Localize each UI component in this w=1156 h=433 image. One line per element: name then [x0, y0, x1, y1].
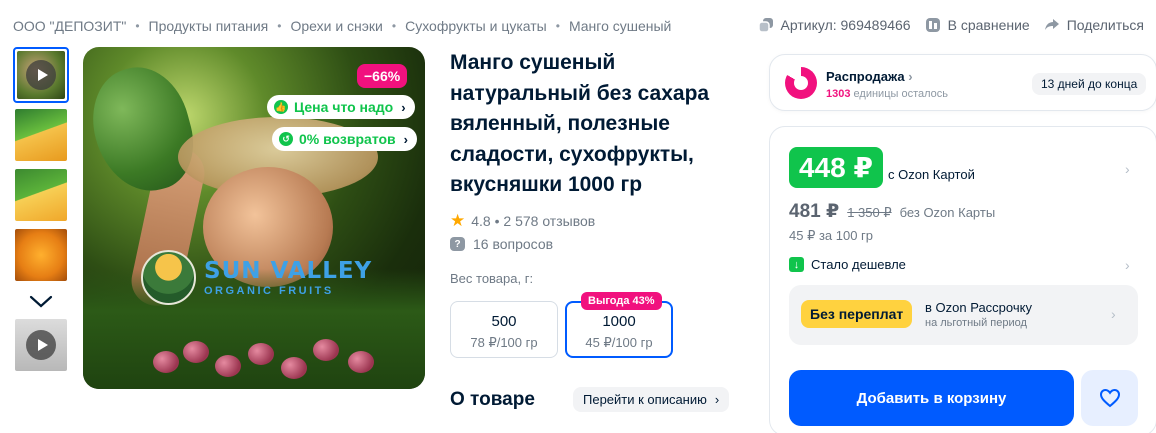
rating-text: 4.8 • 2 578 отзывов	[471, 213, 596, 229]
good-price-pill[interactable]: 👍 Цена что надо ›	[267, 95, 415, 119]
copy-icon	[757, 18, 773, 33]
installment-title: в Ozon Рассрочку	[925, 300, 1032, 315]
about-heading: О товаре	[450, 389, 535, 410]
breadcrumb-nuts[interactable]: Орехи и снэки	[290, 18, 382, 34]
breadcrumb-separator: •	[277, 19, 282, 33]
option-value: 1000	[602, 313, 636, 330]
sale-count: 1303	[826, 88, 851, 100]
weight-label: Вес товара, г:	[450, 271, 534, 286]
weight-option-1000[interactable]: Выгода 43% 1000 45 ₽/100 гр	[565, 292, 673, 358]
installment-block[interactable]: Без переплат в Ozon Рассрочку на льготны…	[789, 285, 1138, 345]
thumbnails-scroll-down[interactable]	[13, 287, 69, 317]
breadcrumb-dried-fruits[interactable]: Сухофрукты и цукаты	[405, 18, 547, 34]
discount-badge: −66%	[357, 64, 408, 88]
rating-reviews[interactable]: ★ 4.8 • 2 578 отзывов	[450, 211, 595, 231]
price-per-unit: 45 ₽ за 100 гр	[789, 228, 874, 243]
thumbnail-image[interactable]	[13, 167, 69, 223]
compare-button[interactable]: В сравнение	[925, 17, 1030, 33]
breadcrumb-separator: •	[135, 19, 140, 33]
favorite-button[interactable]	[1081, 370, 1138, 426]
option-price: 45 ₽/100 гр	[585, 335, 653, 350]
questions-text: 16 вопросов	[473, 236, 554, 252]
gain-badge: Выгода 43%	[581, 292, 662, 310]
breadcrumb-food[interactable]: Продукты питания	[149, 18, 269, 34]
good-price-label: Цена что надо	[294, 99, 394, 115]
price-card: 448 ₽ с Ozon Картой › 481 ₽ 1 350 ₽ без …	[769, 126, 1156, 433]
regular-price-note: без Ozon Карты	[899, 205, 996, 220]
sale-title: Распродажа	[826, 69, 905, 84]
heart-icon	[1099, 388, 1120, 408]
compare-label: В сравнение	[947, 17, 1030, 33]
share-label: Поделиться	[1066, 17, 1144, 33]
installment-subtitle: на льготный период	[925, 317, 1027, 329]
play-icon	[26, 60, 56, 90]
brand-logo: SUN VALLEY ORGANIC FRUITS	[141, 250, 372, 305]
regular-price-row: 481 ₽ 1 350 ₽ без Ozon Карты	[789, 200, 995, 223]
sale-days-left: 13 дней до конца	[1032, 73, 1147, 95]
share-button[interactable]: Поделиться	[1044, 17, 1144, 33]
add-to-cart-button[interactable]: Добавить в корзину	[789, 370, 1074, 426]
chevron-right-icon: ›	[714, 392, 720, 407]
to-description-label: Перейти к описанию	[583, 392, 707, 407]
option-price: 78 ₽/100 гр	[470, 335, 538, 350]
article-label: Артикул: 969489466	[780, 17, 911, 33]
thumbnail-list	[13, 47, 69, 377]
product-meta: Артикул: 969489466 В сравнение Поделитьс…	[757, 17, 1144, 33]
option-value: 500	[491, 313, 517, 330]
ozon-card-price[interactable]: 448 ₽	[789, 147, 883, 188]
article-number[interactable]: Артикул: 969489466	[757, 17, 911, 33]
sale-logo-icon	[785, 67, 817, 99]
price-dropped-label: Стало дешевле	[811, 257, 906, 272]
installment-badge: Без переплат	[801, 300, 913, 328]
thumbnail-video[interactable]	[13, 317, 69, 373]
breadcrumb-separator: •	[391, 19, 397, 33]
breadcrumb-mango[interactable]: Манго сушеный	[569, 18, 671, 34]
breadcrumb-separator: •	[555, 19, 560, 33]
chevron-right-icon[interactable]: ›	[1125, 161, 1130, 177]
product-title: Манго сушеный натуральный без сахара вял…	[450, 51, 710, 196]
sale-banner[interactable]: Распродажа › 1303 единицы осталось 13 дн…	[769, 54, 1156, 111]
question-icon: ?	[450, 237, 465, 251]
compare-icon	[925, 18, 940, 32]
price-dropped[interactable]: ↓ Стало дешевле	[789, 257, 906, 272]
thumbs-up-icon: 👍	[274, 100, 288, 114]
returns-label: 0% возвратов	[299, 131, 396, 147]
breadcrumb-seller[interactable]: ООО "ДЕПОЗИТ"	[13, 18, 126, 34]
sale-remaining: единицы осталось	[853, 88, 949, 100]
breadcrumb: ООО "ДЕПОЗИТ" • Продукты питания • Орехи…	[13, 18, 671, 34]
chevron-down-icon	[29, 295, 53, 308]
returns-pill[interactable]: ↺ 0% возвратов ›	[272, 127, 417, 151]
chevron-right-icon[interactable]: ›	[1125, 257, 1130, 273]
chevron-right-icon: ›	[908, 69, 913, 84]
chevron-right-icon: ›	[1111, 306, 1116, 322]
star-icon: ★	[450, 211, 466, 230]
share-icon	[1044, 19, 1059, 30]
brand-name: SUN VALLEY	[204, 258, 373, 284]
play-icon	[26, 330, 56, 360]
returns-icon: ↺	[279, 132, 293, 146]
thumbnail-video[interactable]	[13, 47, 69, 103]
chevron-right-icon: ›	[403, 131, 408, 147]
sun-valley-emblem-icon	[141, 250, 196, 305]
arrow-down-icon: ↓	[789, 257, 804, 272]
old-price: 1 350 ₽	[847, 205, 892, 220]
to-description-button[interactable]: Перейти к описанию ›	[573, 387, 730, 412]
ozon-card-note: с Ozon Картой	[888, 167, 975, 182]
questions-link[interactable]: ? 16 вопросов	[450, 236, 553, 252]
regular-price: 481 ₽	[789, 201, 840, 222]
brand-subtitle: ORGANIC FRUITS	[204, 285, 334, 297]
thumbnail-image[interactable]	[13, 107, 69, 163]
weight-option-500[interactable]: 500 78 ₽/100 гр	[450, 301, 558, 358]
thumbnail-image[interactable]	[13, 227, 69, 283]
chevron-right-icon: ›	[401, 99, 406, 115]
